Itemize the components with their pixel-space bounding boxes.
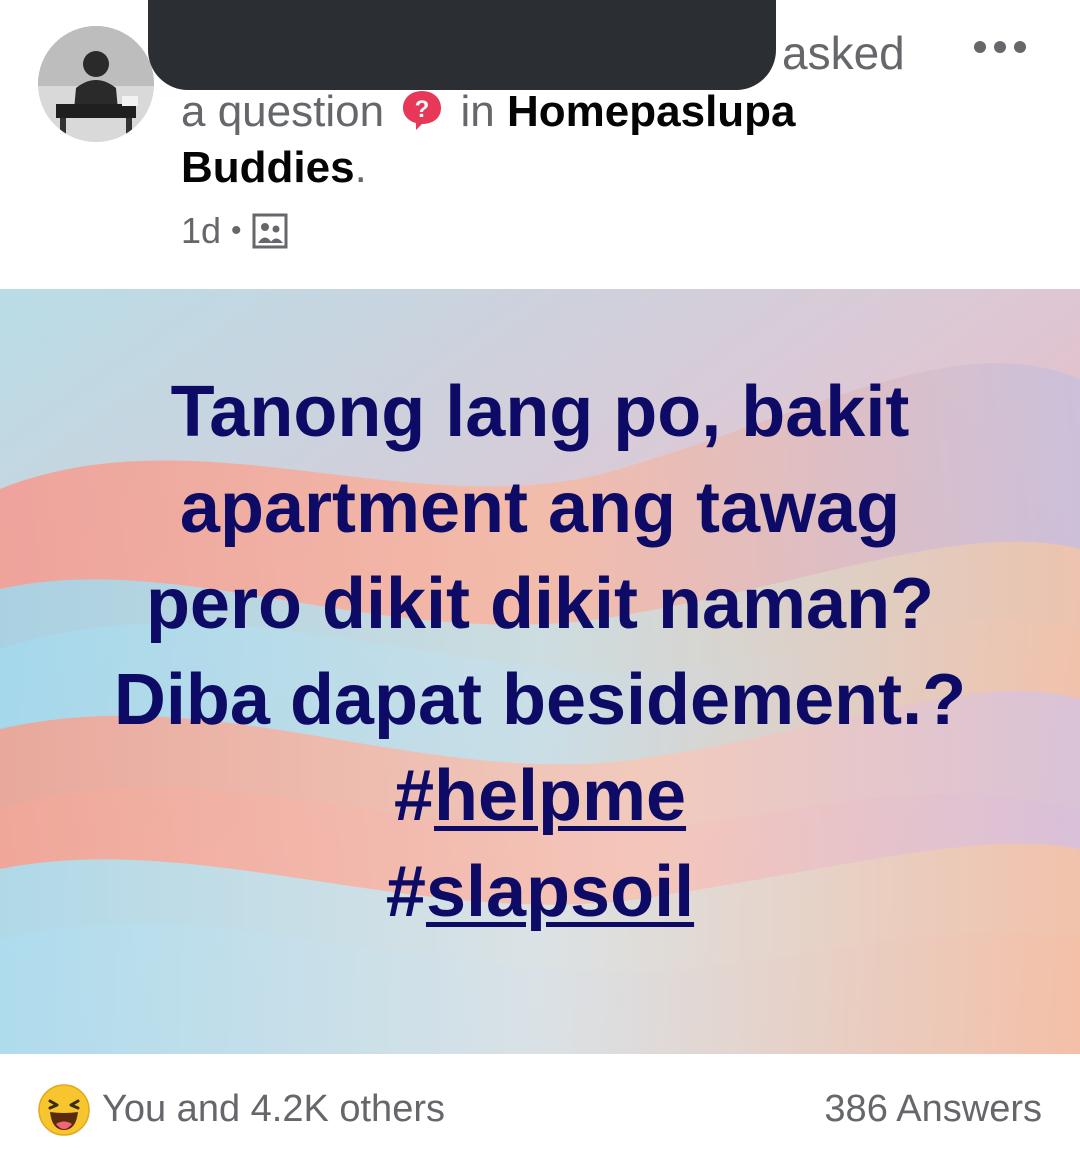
group-privacy-icon (252, 213, 288, 249)
hashtag-symbol: # (385, 851, 426, 932)
headline-prefix: a question (181, 87, 385, 136)
body-line-4: Diba dapat besidement.? (113, 659, 967, 740)
headline-period: . (354, 143, 367, 192)
hashtag-word: helpme (433, 755, 687, 836)
reactions-count-label: You and 4.2K others (102, 1088, 445, 1130)
more-options-button[interactable] (968, 22, 1032, 72)
post-meta: 1d • (181, 206, 288, 256)
headline-in: in (460, 87, 495, 136)
redacted-author-name (148, 0, 776, 90)
question-badge-icon: ? (403, 91, 442, 130)
haha-emoji-icon (38, 1083, 90, 1136)
post-headline: a question ? in Homepaslupa Buddies. (181, 84, 941, 196)
body-line-2: apartment ang tawag (179, 467, 901, 548)
more-dots-icon (974, 41, 1026, 53)
body-line-3: pero dikit dikit naman? (145, 563, 935, 644)
answers-count-link[interactable]: 386 Answers (824, 1088, 1042, 1131)
hashtag-helpme-link[interactable]: #helpme (394, 748, 686, 844)
body-line-1: Tanong lang po, bakit (170, 371, 910, 452)
svg-text:?: ? (415, 96, 430, 123)
hashtag-slapsoil-link[interactable]: #slapsoil (386, 844, 694, 940)
post-body-text: Tanong lang po, bakit apartment ang tawa… (0, 289, 1080, 1054)
group-question-post: asked a question ? in Homepaslupa Buddie… (0, 0, 1080, 1165)
hashtag-symbol: # (393, 755, 434, 836)
author-avatar[interactable] (38, 26, 154, 142)
post-footer: You and 4.2K others 386 Answers (0, 1054, 1080, 1165)
post-header: asked a question ? in Homepaslupa Buddie… (0, 0, 1080, 288)
meta-separator: • (231, 214, 242, 247)
hashtag-word: slapsoil (425, 851, 695, 932)
post-background: Tanong lang po, bakit apartment ang tawa… (0, 289, 1080, 1054)
action-word: asked (782, 27, 905, 79)
reactions-summary[interactable]: You and 4.2K others (38, 1083, 445, 1136)
post-timestamp[interactable]: 1d (181, 210, 221, 252)
